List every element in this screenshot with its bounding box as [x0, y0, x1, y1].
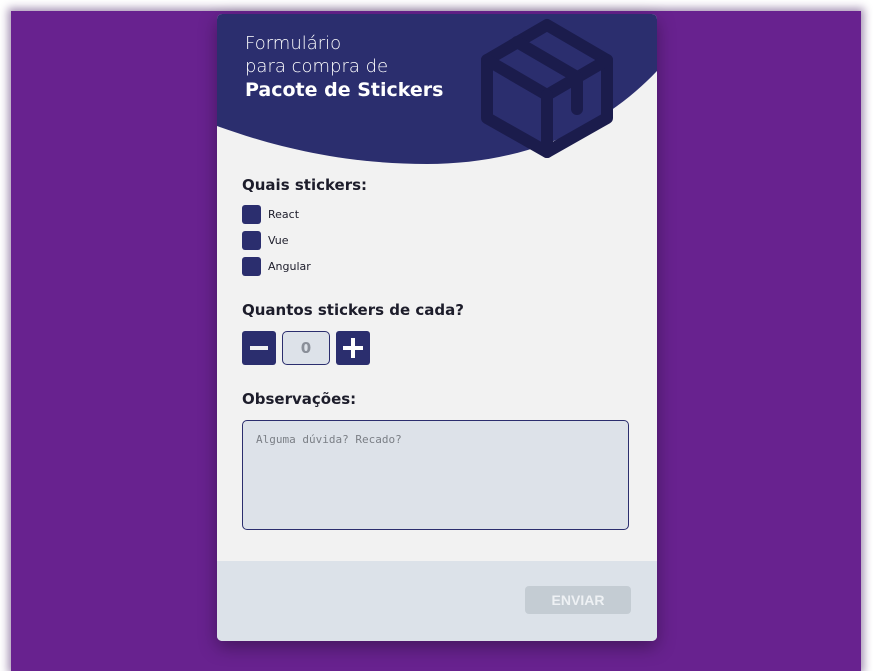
- increment-button[interactable]: [336, 331, 370, 365]
- notes-label: Observações:: [242, 390, 357, 408]
- vue-checkbox[interactable]: [242, 230, 261, 250]
- decrement-button[interactable]: [242, 331, 276, 365]
- form-title: Formulário para compra de Pacote de Stic…: [245, 32, 443, 102]
- react-label: React: [268, 207, 300, 221]
- react-checkbox[interactable]: [242, 204, 261, 224]
- angular-label: Angular: [268, 259, 311, 273]
- vue-label: Vue: [268, 233, 289, 247]
- sticker-option-vue[interactable]: Vue: [242, 230, 289, 250]
- sticker-option-angular[interactable]: Angular: [242, 256, 311, 276]
- title-line-1: Formulário: [245, 33, 342, 54]
- angular-checkbox[interactable]: [242, 256, 261, 276]
- minus-icon: [250, 346, 268, 350]
- title-line-2: para compra de: [245, 56, 389, 77]
- quantity-value[interactable]: 0: [282, 331, 330, 365]
- quantity-label: Quantos stickers de cada?: [242, 301, 464, 319]
- notes-textarea[interactable]: [242, 420, 629, 530]
- stickers-label: Quais stickers:: [242, 176, 368, 194]
- sticker-option-react[interactable]: React: [242, 204, 299, 224]
- form-footer: ENVIAR: [217, 561, 657, 641]
- title-line-3: Pacote de Stickers: [245, 79, 444, 101]
- order-form-card: Formulário para compra de Pacote de Stic…: [217, 14, 657, 641]
- plus-icon: [343, 338, 363, 358]
- submit-button[interactable]: ENVIAR: [525, 586, 631, 614]
